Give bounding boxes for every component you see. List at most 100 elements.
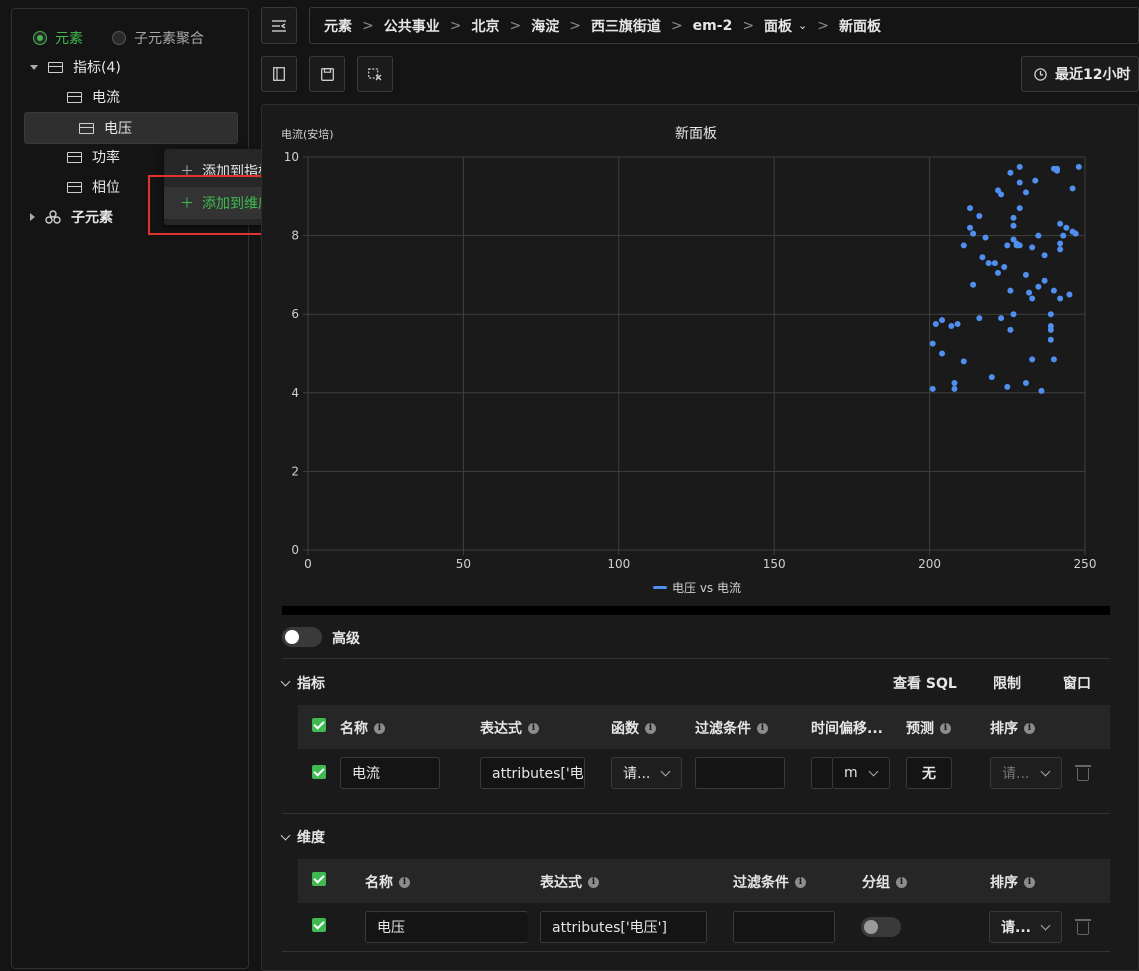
limit-link[interactable]: 限制 [993, 673, 1021, 693]
metric-expression-input[interactable]: attributes['电流'] [480, 757, 585, 789]
y-tick-label: 8 [291, 229, 299, 243]
mode-element-radio[interactable]: 元素 [33, 28, 83, 48]
data-point [1035, 283, 1042, 290]
chart-scrollbar[interactable] [282, 606, 1110, 615]
info-icon[interactable]: i [399, 876, 410, 888]
tree-item-metric[interactable]: 电流 [24, 82, 238, 112]
dimension-filter-input[interactable] [733, 911, 835, 943]
chart-legend[interactable]: 电压 vs 电流 [653, 581, 741, 595]
tree-metrics-group[interactable]: 指标(4) [30, 52, 244, 82]
header-label: 分组 [862, 875, 890, 891]
tree-item-label: 功率 [92, 150, 120, 166]
info-icon[interactable]: i [374, 722, 385, 734]
caret-right-icon[interactable] [30, 213, 35, 221]
metric-name-input[interactable]: 电流 [340, 757, 440, 789]
x-tick-label: 250 [1074, 557, 1097, 571]
view-sql-link[interactable]: 查看 SQL [893, 673, 957, 693]
header-label: 名称 [365, 875, 393, 891]
metric-function-select[interactable]: 请... [611, 757, 682, 789]
advanced-toggle[interactable] [282, 627, 322, 647]
data-point [994, 269, 1001, 276]
time-range-button[interactable]: 最近12小时 [1021, 56, 1139, 92]
metric-sort-select[interactable]: 请... [990, 757, 1062, 789]
breadcrumb-item[interactable]: 西三旗街道 [591, 16, 661, 36]
data-point [976, 212, 983, 219]
breadcrumb-item[interactable]: 海淀 [531, 16, 559, 36]
data-point [976, 315, 983, 322]
mode-element-label: 元素 [55, 31, 83, 47]
x-tick-label: 50 [456, 557, 471, 571]
data-point [1032, 177, 1039, 184]
data-point [985, 260, 992, 267]
info-icon[interactable]: i [588, 876, 599, 888]
offset-value-input[interactable] [811, 757, 833, 789]
breadcrumb-item-dropdown[interactable]: 面板 [764, 16, 792, 36]
forecast-button[interactable]: 无 [906, 757, 952, 789]
window-link[interactable]: 窗口 [1063, 673, 1091, 693]
data-point [1035, 232, 1042, 239]
clear-button[interactable] [357, 56, 393, 92]
info-icon[interactable]: i [1024, 876, 1035, 888]
header-label: 名称 [340, 721, 368, 737]
data-point [1026, 289, 1033, 296]
chart-ticks: 0 50 100 150 200 250 0 2 4 6 8 10 [284, 150, 1097, 571]
group-toggle[interactable] [861, 917, 901, 937]
info-icon[interactable]: i [940, 722, 951, 734]
y-tick-label: 2 [291, 464, 299, 478]
breadcrumb-item[interactable]: 公共事业 [384, 16, 440, 36]
chevron-right-icon: > [509, 17, 522, 34]
info-icon[interactable]: i [795, 876, 806, 888]
select-value: m [844, 765, 858, 781]
col-header-filter: 过滤条件 i [733, 872, 806, 892]
caret-down-icon[interactable] [30, 64, 38, 70]
metrics-section-toggle[interactable]: 指标 [280, 673, 325, 693]
data-point [1057, 220, 1064, 227]
mode-sub-agg-radio[interactable]: 子元素聚合 [112, 28, 204, 48]
dimension-sort-select[interactable]: 请... [989, 911, 1062, 943]
tree-item-label: 电压 [104, 121, 132, 137]
chevron-down-icon [280, 830, 291, 840]
chevron-down-icon[interactable]: ⌄ [798, 19, 807, 32]
divider [282, 813, 1110, 814]
info-icon[interactable]: i [896, 876, 907, 888]
metric-filter-input[interactable] [695, 757, 785, 789]
info-icon[interactable]: i [645, 722, 656, 734]
sub-elements-label: 子元素 [71, 210, 113, 226]
offset-unit-select[interactable]: m [832, 757, 890, 789]
delete-row-icon[interactable] [1075, 919, 1091, 935]
tree-item-metric-selected[interactable]: 电压 [24, 112, 238, 144]
delete-row-icon[interactable] [1075, 765, 1091, 781]
data-point [998, 315, 1005, 322]
table-icon [67, 91, 82, 103]
breadcrumb-item[interactable]: 元素 [324, 16, 352, 36]
info-icon[interactable]: i [757, 722, 768, 734]
data-point [1041, 277, 1048, 284]
save-button[interactable] [309, 56, 345, 92]
breadcrumb-item[interactable]: em-2 [693, 18, 733, 34]
select-all-checkbox[interactable] [312, 872, 326, 886]
data-point [1047, 311, 1054, 318]
data-point [967, 224, 974, 231]
dimension-expression-input[interactable]: attributes['电压'] [540, 911, 707, 943]
collapse-sidebar-button[interactable] [261, 7, 297, 44]
dimensions-section-toggle[interactable]: 维度 [280, 827, 325, 847]
row-checkbox[interactable] [312, 765, 326, 779]
data-point [951, 379, 958, 386]
data-point [1016, 179, 1023, 186]
data-point [1047, 336, 1054, 343]
panel-settings-button[interactable] [261, 56, 297, 92]
select-all-checkbox[interactable] [312, 718, 326, 732]
row-checkbox[interactable] [312, 918, 326, 932]
breadcrumb-item[interactable]: 北京 [471, 16, 499, 36]
x-tick-label: 150 [763, 557, 786, 571]
x-tick-label: 200 [918, 557, 941, 571]
data-point [1057, 240, 1064, 247]
table-icon [48, 61, 63, 73]
col-header-sort: 排序 i [990, 872, 1035, 892]
data-point [960, 358, 967, 365]
info-icon[interactable]: i [1024, 722, 1035, 734]
scatter-chart: 新面板 电流(安培) 0 50 100 150 200 250 0 2 4 6 8 10 电压 vs … [281, 126, 1097, 595]
info-icon[interactable]: i [528, 722, 539, 734]
dimension-name-input[interactable]: 电压 [365, 911, 528, 943]
header-label: 函数 [611, 721, 639, 737]
